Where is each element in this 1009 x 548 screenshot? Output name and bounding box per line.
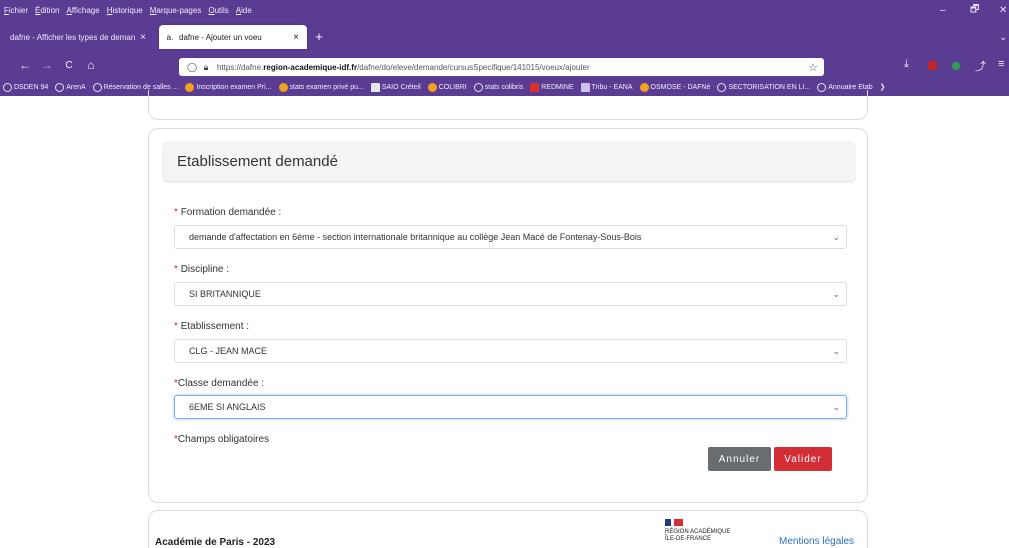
shield-icon[interactable]: ◯ (185, 62, 199, 73)
required-note: *Champs obligatoires (174, 434, 270, 445)
back-button[interactable]: ← (16, 58, 34, 72)
bookmarks-overflow-icon[interactable]: ❯ (880, 83, 886, 91)
classe-select[interactable]: 6EME SI ANGLAIS ⌄ (174, 395, 847, 419)
browser-window: Fichier Édition Affichage Historique Mar… (0, 0, 1009, 548)
discipline-label: * Discipline : (174, 264, 230, 275)
dafne-favicon-icon: a. (166, 32, 174, 42)
url-bar[interactable]: ◯ 🔒︎ https://dafne.region-academique-idf… (179, 58, 824, 76)
ublock-icon[interactable] (928, 61, 937, 73)
tab-title: dafne - Ajouter un voeu (179, 32, 262, 42)
menu-edition[interactable]: Édition (35, 6, 59, 15)
chevron-down-icon: ⌄ (832, 402, 840, 412)
download-icon[interactable]: ⤓ (904, 58, 909, 71)
previous-card (148, 90, 868, 120)
classe-label: *Classe demandée : (174, 378, 265, 389)
marianne-flag-icon (665, 519, 683, 526)
bookmark-arena[interactable]: ArenA (55, 82, 86, 92)
chevron-down-icon: ⌄ (832, 289, 840, 299)
etablissement-select[interactable]: CLG - JEAN MACE ⌄ (174, 339, 847, 363)
home-button[interactable]: ⌂ (82, 58, 100, 72)
forward-button[interactable]: → (38, 58, 56, 72)
etablissement-label: * Etablissement : (174, 321, 250, 332)
tab-title: dafne - Afficher les types de deman (10, 32, 136, 42)
card-title: Etablissement demandé (163, 141, 855, 181)
form-card: Etablissement demandé * Formation demand… (148, 128, 868, 503)
globe-icon (92, 82, 102, 92)
tab-close-icon[interactable]: × (289, 32, 303, 43)
chevron-down-icon: ⌄ (832, 232, 840, 242)
menu-fichier[interactable]: Fichier (4, 6, 28, 15)
bookmark-star-icon[interactable]: ☆ (808, 61, 818, 74)
tab-close-icon[interactable]: × (136, 32, 150, 43)
submit-button[interactable]: Valider (774, 447, 832, 471)
navigation-bar: ← → C ⌂ ◯ 🔒︎ https://dafne.region-academ… (0, 56, 1009, 78)
url-text[interactable]: https://dafne.region-academique-idf.fr/d… (217, 63, 590, 72)
formation-select[interactable]: demande d'affectation en 6ème - section … (174, 225, 847, 249)
bookmark-dsden94[interactable]: DSDEN 94 (3, 82, 48, 92)
extensions-icon[interactable]: ⤴ (975, 58, 986, 74)
page-content: Etablissement demandé * Formation demand… (0, 90, 1009, 548)
tab-strip: dafne - Afficher les types de deman × a.… (0, 20, 1009, 56)
formation-label: * Formation demandée : (174, 207, 282, 218)
menu-historique[interactable]: Historique (107, 6, 143, 15)
chevron-down-icon: ⌄ (832, 346, 840, 356)
reload-button[interactable]: C (60, 60, 78, 71)
tab-afficher-types[interactable]: dafne - Afficher les types de deman × (4, 25, 154, 49)
menu-affichage[interactable]: Affichage (66, 6, 99, 15)
region-logo: RÉGION ACADÉMIQUE ÎLE-DE-FRANCE (665, 519, 765, 543)
legal-link[interactable]: Mentions légales (779, 536, 854, 547)
menu-bar: Fichier Édition Affichage Historique Mar… (0, 0, 1009, 20)
globe-icon (3, 82, 12, 92)
cancel-button[interactable]: Annuler (708, 447, 771, 471)
menu-marque-pages[interactable]: Marque-pages (150, 6, 202, 15)
list-all-tabs-icon[interactable]: ⌄ (999, 32, 1007, 43)
tab-ajouter-voeu[interactable]: a. dafne - Ajouter un voeu × (159, 25, 307, 49)
extension-green-icon[interactable] (952, 61, 960, 73)
menu-icon[interactable]: ≡ (998, 58, 1004, 70)
academy-label: Académie de Paris - 2023 (155, 537, 276, 548)
discipline-select[interactable]: SI BRITANNIQUE ⌄ (174, 282, 847, 306)
close-window-button[interactable]: ✕ (999, 0, 1007, 20)
menu-aide[interactable]: Aide (236, 6, 252, 15)
globe-icon (55, 82, 65, 92)
maximize-button[interactable]: 🗗 (970, 0, 979, 20)
footer-card: Académie de Paris - 2023 RÉGION ACADÉMIQ… (148, 510, 868, 548)
new-tab-button[interactable]: + (312, 29, 326, 44)
minimize-button[interactable]: – (940, 0, 946, 20)
lock-icon[interactable]: 🔒︎ (199, 62, 213, 73)
menu-outils[interactable]: Outils (208, 6, 228, 15)
